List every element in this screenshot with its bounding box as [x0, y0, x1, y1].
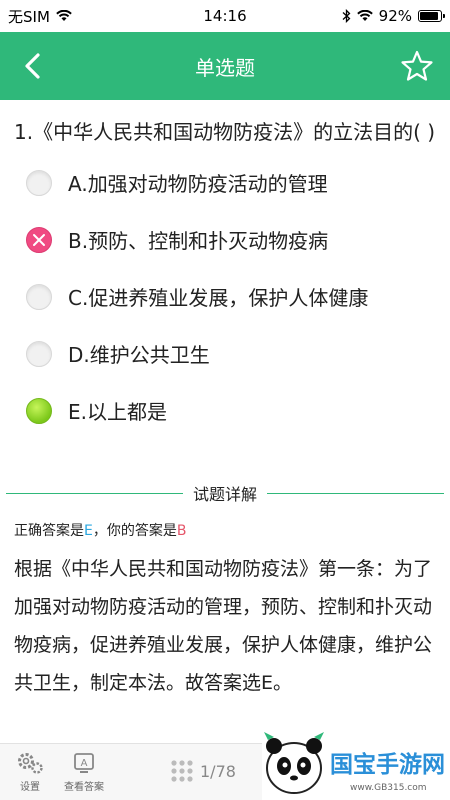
- explanation-text: 根据《中华人民共和国动物防疫法》第一条：为了加强对动物防疫活动的管理，预防、控制…: [14, 558, 433, 694]
- options-list: A.加强对动物防疫活动的管理 B.预防、控制和扑灭动物疫病 C.促进养殖业发展，…: [0, 154, 450, 439]
- page-title: 单选题: [195, 55, 255, 80]
- radio-correct-icon[interactable]: [26, 397, 52, 424]
- battery-icon: [418, 10, 445, 22]
- gear-icon: [18, 753, 43, 774]
- question-grid-button[interactable]: 1/78: [170, 759, 236, 783]
- detail-divider: 试题详解: [6, 481, 445, 505]
- status-time: 14:16: [203, 7, 247, 25]
- wifi-status-icon: [356, 10, 373, 21]
- watermark-brand: 国宝手游网: [330, 751, 445, 778]
- wifi-icon: [56, 10, 72, 21]
- answer-summary: 正确答案是E，你的答案是B: [14, 520, 186, 540]
- option-label: C.促进养殖业发展，保护人体健康: [68, 286, 369, 310]
- battery-percent: 92%: [378, 7, 412, 25]
- view-answer-button[interactable]: A 查看答案: [64, 750, 104, 793]
- bluetooth-icon: [342, 9, 351, 23]
- my-answer-prefix: ，你的答案是: [92, 523, 177, 539]
- status-bar: 无SIM 14:16 92%: [0, 0, 450, 32]
- carrier-label: 无SIM: [8, 7, 50, 26]
- my-answer-value: B: [176, 523, 187, 539]
- nav-bar: 单选题: [0, 32, 450, 100]
- radio-unselected-icon[interactable]: [26, 340, 52, 367]
- page-counter: 1/78: [200, 761, 236, 781]
- divider-line-right: [267, 492, 445, 494]
- option-label: B.预防、控制和扑灭动物疫病: [68, 229, 329, 253]
- option-b[interactable]: B.预防、控制和扑灭动物疫病: [0, 211, 450, 268]
- radio-unselected-icon[interactable]: [26, 283, 52, 310]
- correct-answer-value: E: [84, 523, 93, 539]
- svg-text:A: A: [81, 758, 88, 769]
- correct-answer-prefix: 正确答案是: [14, 523, 84, 539]
- answer-card-icon: A: [74, 753, 94, 773]
- status-right: 92%: [342, 7, 445, 25]
- option-label: E.以上都是: [68, 400, 167, 424]
- settings-label: 设置: [20, 782, 40, 793]
- status-left: 无SIM: [8, 6, 72, 27]
- back-icon[interactable]: [18, 50, 50, 82]
- favorite-star-icon[interactable]: [400, 49, 434, 83]
- option-label: D.维护公共卫生: [68, 343, 210, 367]
- question-text: 1.《中华人民共和国动物防疫法》的立法目的( ): [14, 120, 436, 144]
- grid-dots-icon: [171, 760, 193, 782]
- divider-line-left: [6, 492, 183, 494]
- option-a[interactable]: A.加强对动物防疫活动的管理: [0, 154, 450, 211]
- option-label: A.加强对动物防疫活动的管理: [68, 172, 328, 196]
- option-e[interactable]: E.以上都是: [0, 382, 450, 439]
- cross-icon: [33, 233, 45, 246]
- watermark-url: www.GB315.com: [350, 783, 427, 793]
- settings-button[interactable]: 设置: [16, 750, 44, 793]
- radio-unselected-icon[interactable]: [26, 169, 52, 196]
- detail-section-title: 试题详解: [193, 485, 258, 504]
- option-c[interactable]: C.促进养殖业发展，保护人体健康: [0, 268, 450, 325]
- watermark-logo: 国宝手游网 www.GB315.com: [262, 728, 450, 800]
- view-answer-label: 查看答案: [64, 782, 104, 793]
- option-d[interactable]: D.维护公共卫生: [0, 325, 450, 382]
- radio-wrong-icon[interactable]: [26, 226, 52, 253]
